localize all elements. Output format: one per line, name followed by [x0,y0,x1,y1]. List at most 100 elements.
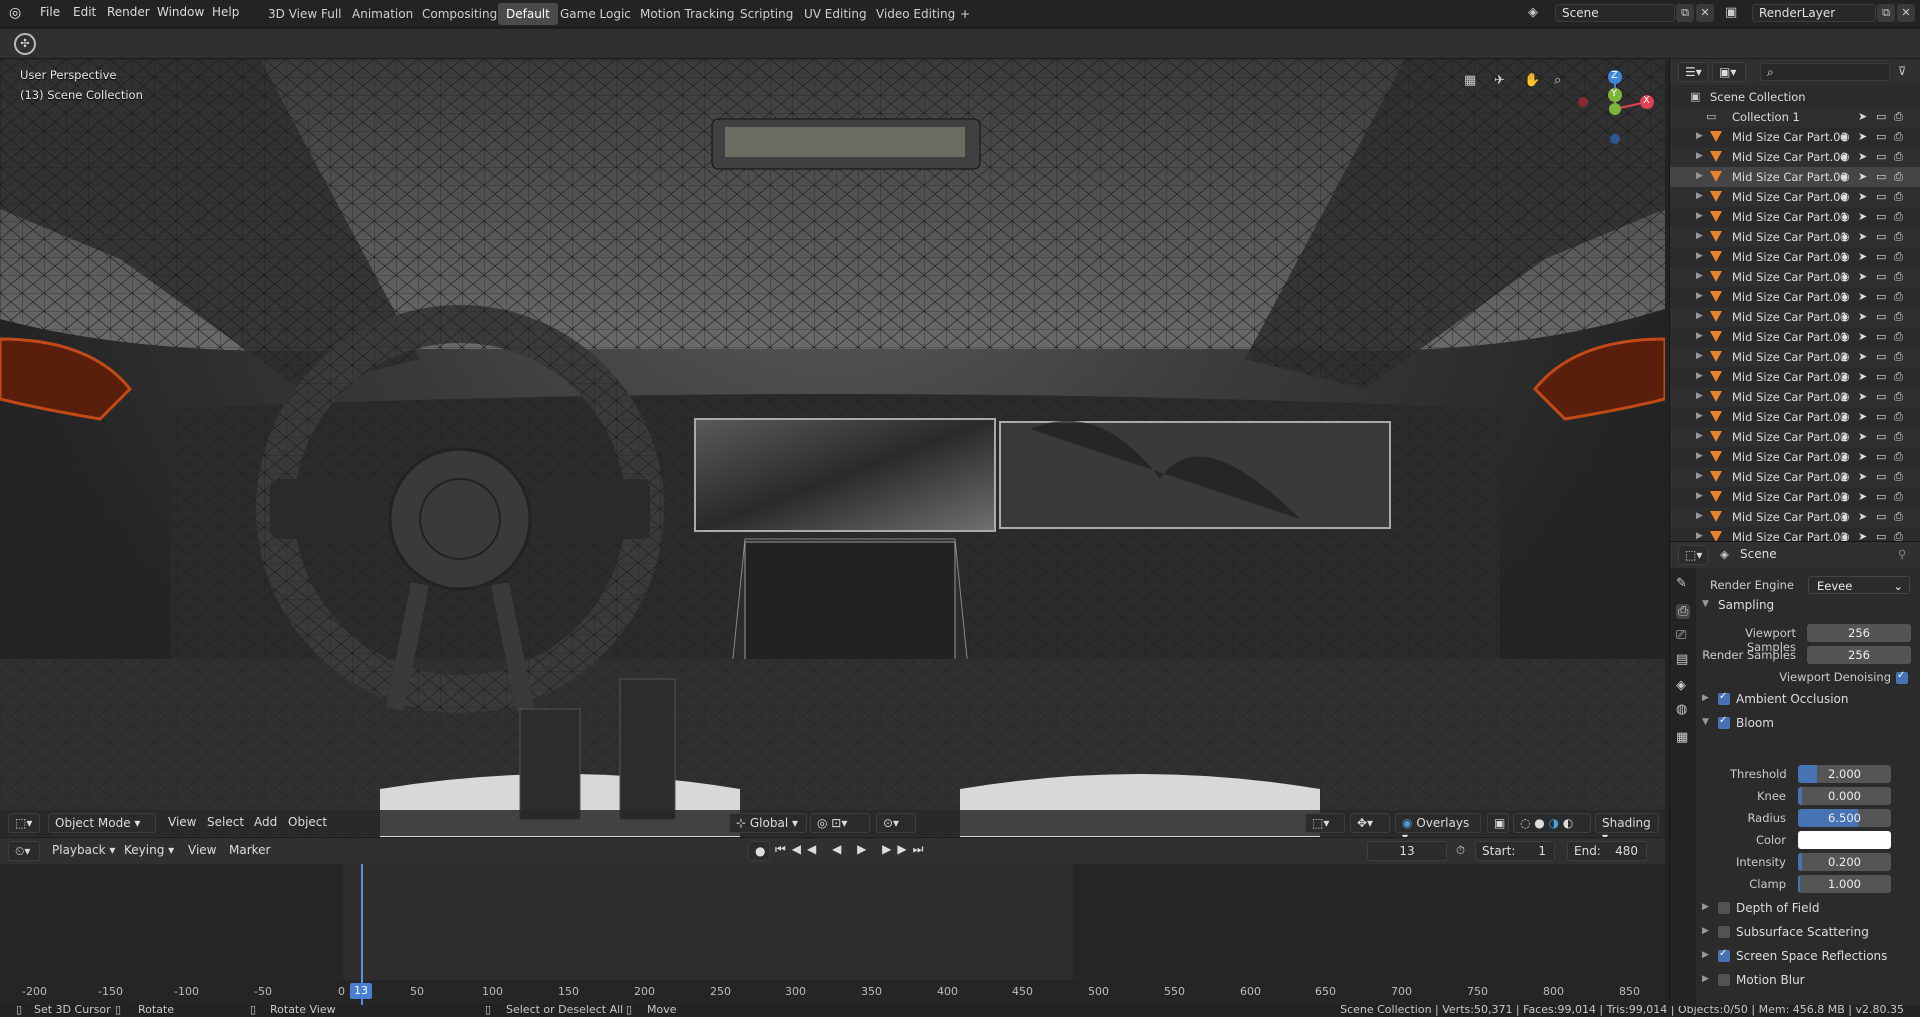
visibility-eye-icon[interactable]: ◉ [1840,490,1850,503]
outliner-row-object[interactable]: ▶ Mid Size Car Part.01 ◉ ➤ ▭ ⎙ [1670,267,1920,287]
panel-header-depth-of-field[interactable]: ▶ Depth of Field [1696,897,1920,919]
expand-arrow-icon[interactable]: ▶ [1696,531,1703,541]
outliner-row-object[interactable]: ▶ Mid Size Car Part.02 ◉ ➤ ▭ ⎙ [1670,347,1920,367]
visibility-eye-icon[interactable]: ◉ [1840,170,1850,183]
expand-arrow-icon[interactable]: ▶ [1696,431,1703,441]
viewport-toggle-icon[interactable]: ▭ [1876,310,1886,323]
expand-arrow-icon[interactable]: ▶ [1696,151,1703,161]
bloom-checkbox[interactable] [1718,715,1730,729]
timeline-menu-keying[interactable]: Keying ▾ [124,843,174,857]
visibility-eye-icon[interactable]: ◉ [1840,510,1850,523]
render-samples-field[interactable]: 256 [1807,646,1911,664]
grid-view-icon[interactable]: ▦ [1464,73,1476,88]
world-tab-icon[interactable]: ◍ [1676,702,1687,717]
outliner-row-object[interactable]: ▶ Mid Size Car Part.01 ◉ ➤ ▭ ⎙ [1670,287,1920,307]
panel-enable-checkbox[interactable] [1718,926,1730,938]
select-toggle-icon[interactable]: ➤ [1858,290,1867,303]
expand-arrow-icon[interactable]: ▶ [1696,331,1703,341]
navigation-gizmo[interactable]: Z Y X [1575,69,1655,149]
timeline-editor-type-dropdown[interactable]: ⏲▾ [8,841,40,861]
render-toggle-icon[interactable]: ⎙ [1894,450,1903,464]
editor-type-dropdown[interactable]: ⬚▾ [8,813,40,833]
delete-view-layer-button[interactable]: ✕ [1897,4,1915,22]
panel-header-screen-space-reflections[interactable]: ▶ Screen Space Reflections [1696,945,1920,967]
timeline-menu-view[interactable]: View [188,843,216,857]
xray-toggle[interactable]: ▣ [1487,813,1509,833]
render-toggle-icon[interactable]: ⎙ [1894,310,1903,324]
viewport-toggle-icon[interactable]: ▭ [1876,150,1886,163]
outliner-row-collection[interactable]: ▭ Collection 1 ➤ ▭ ⎙ [1670,107,1920,127]
outliner-row-object[interactable]: ▶ Mid Size Car Part.01 ◉ ➤ ▭ ⎙ [1670,247,1920,267]
viewport-menu-view[interactable]: View [168,815,196,829]
outliner-row-object[interactable]: ▶ Mid Size Car Part.00 ◉ ➤ ▭ ⎙ [1670,167,1920,187]
intensity-slider[interactable]: 0.200 [1798,853,1891,871]
view-layer-tab-icon[interactable]: ▤ [1676,652,1688,667]
outliner-row-object[interactable]: ▶ Mid Size Car Part.02 ◉ ➤ ▭ ⎙ [1670,447,1920,467]
panel-enable-checkbox[interactable] [1718,948,1730,962]
select-toggle-icon[interactable]: ➤ [1858,250,1867,263]
render-engine-dropdown[interactable]: Eevee ⌄ [1808,576,1910,594]
expand-arrow-icon[interactable]: ▶ [1696,211,1703,221]
bloom-color-swatch[interactable] [1798,831,1891,849]
shading-dropdown[interactable]: Shading ▾ [1595,813,1659,844]
viewport-toggle-icon[interactable]: ▭ [1876,410,1886,423]
expand-arrow-icon[interactable]: ▶ [1696,351,1703,361]
expand-arrow-icon[interactable]: ▶ [1696,251,1703,261]
tab-animation[interactable]: Animation [344,3,421,25]
render-toggle-icon[interactable]: ⎙ [1894,510,1903,524]
viewport-samples-field[interactable]: 256 [1807,624,1911,642]
tab-default[interactable]: Default [498,3,558,25]
panel-header-motion-blur[interactable]: ▶ Motion Blur [1696,969,1920,991]
select-toggle-icon[interactable]: ➤ [1858,490,1867,503]
render-toggle-icon[interactable]: ⎙ [1894,530,1903,541]
select-toggle-icon[interactable]: ➤ [1858,470,1867,483]
outliner-row-object[interactable]: ▶ Mid Size Car Part.02 ◉ ➤ ▭ ⎙ [1670,407,1920,427]
visibility-eye-icon[interactable]: ◉ [1840,370,1850,383]
tab-game-logic[interactable]: Game Logic [552,3,639,25]
outliner-row-object[interactable]: ▶ Mid Size Car Part.01 ◉ ➤ ▭ ⎙ [1670,207,1920,227]
viewport-toggle-icon[interactable]: ▭ [1876,170,1886,183]
viewport-toggle-icon[interactable]: ▭ [1876,390,1886,403]
3d-viewport[interactable]: User Perspective (13) Scene Collection Z… [0,59,1665,837]
viewport-toggle-icon[interactable]: ▭ [1876,110,1886,123]
end-frame-field[interactable]: End: 480 [1567,841,1647,861]
outliner-editor-type-dropdown[interactable]: ☰▾ [1678,62,1708,82]
render-toggle-icon[interactable]: ⎙ [1894,370,1903,384]
expand-arrow-icon[interactable]: ▶ [1696,231,1703,241]
outliner-row-object[interactable]: ▶ Mid Size Car Part.00 ◉ ➤ ▭ ⎙ [1670,147,1920,167]
viewport-toggle-icon[interactable]: ▭ [1876,230,1886,243]
render-toggle-icon[interactable]: ⎙ [1894,270,1903,284]
menu-file[interactable]: File [40,5,60,19]
viewport-toggle-icon[interactable]: ▭ [1876,330,1886,343]
preview-range-icon[interactable]: ⏱ [1456,843,1465,858]
viewport-menu-select[interactable]: Select [207,815,244,829]
expand-arrow-icon[interactable]: ▶ [1696,371,1703,381]
ambient-occlusion-checkbox[interactable] [1718,691,1730,705]
viewport-denoising-checkbox[interactable] [1896,670,1908,684]
start-frame-field[interactable]: Start: 1 [1475,841,1555,861]
visibility-eye-icon[interactable]: ◉ [1840,390,1850,403]
properties-editor-type-dropdown[interactable]: ⬚▾ [1678,545,1708,565]
select-toggle-icon[interactable]: ➤ [1858,370,1867,383]
tab-uv-editing[interactable]: UV Editing [796,3,875,25]
viewport-toggle-icon[interactable]: ▭ [1876,350,1886,363]
viewport-menu-object[interactable]: Object [288,815,327,829]
render-toggle-icon[interactable]: ⎙ [1894,330,1903,344]
playhead-frame-label[interactable]: 13 [350,983,372,999]
select-toggle-icon[interactable]: ➤ [1858,170,1867,183]
tab-compositing[interactable]: Compositing [414,3,505,25]
expand-arrow-icon[interactable]: ▶ [1696,311,1703,321]
viewport-toggle-icon[interactable]: ▭ [1876,210,1886,223]
select-toggle-icon[interactable]: ➤ [1858,210,1867,223]
shading-mode-buttons[interactable]: ◌ ● ◑ ◐ [1513,813,1591,833]
select-toggle-icon[interactable]: ➤ [1858,110,1867,123]
add-workspace-button[interactable]: + [952,3,978,25]
viewport-toggle-icon[interactable]: ▭ [1876,450,1886,463]
select-toggle-icon[interactable]: ➤ [1858,410,1867,423]
render-toggle-icon[interactable]: ⎙ [1894,170,1903,184]
tab-scripting[interactable]: Scripting [732,3,801,25]
viewport-toggle-icon[interactable]: ▭ [1876,510,1886,523]
outliner-row-object[interactable]: ▶ Mid Size Car Part.00 ◉ ➤ ▭ ⎙ [1670,187,1920,207]
viewport-toggle-icon[interactable]: ▭ [1876,190,1886,203]
clamp-slider[interactable]: 1.000 [1798,875,1891,893]
